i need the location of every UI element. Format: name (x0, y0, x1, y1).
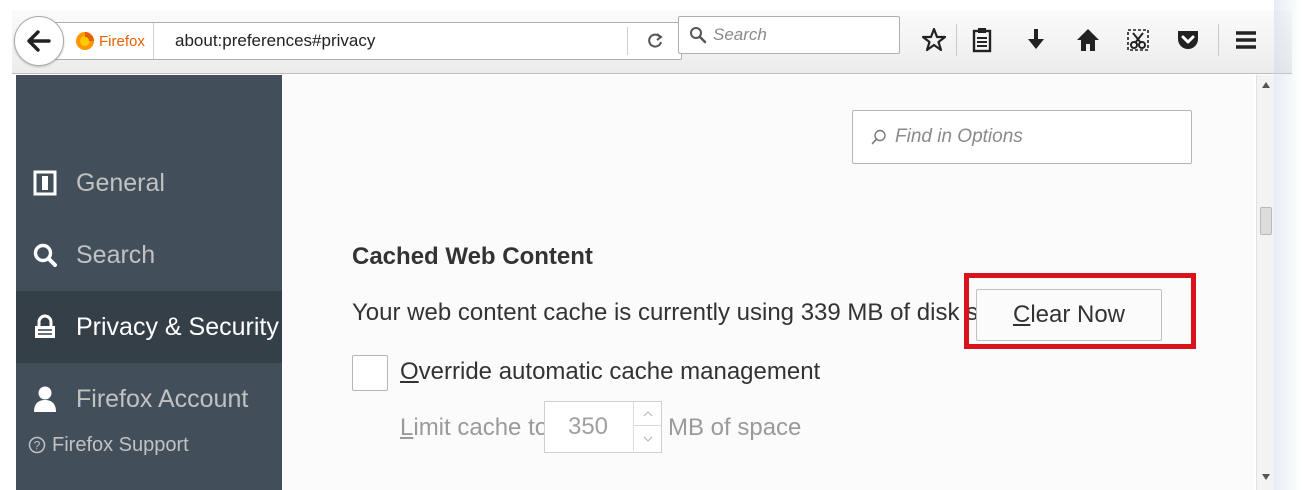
firefox-support-link[interactable]: ? Firefox Support (28, 431, 189, 459)
search-magnifier-icon (32, 242, 58, 268)
support-label: Firefox Support (52, 433, 189, 456)
category-general[interactable]: General (16, 147, 282, 219)
override-cache-checkbox[interactable] (352, 355, 388, 391)
access-key: C (1012, 301, 1031, 328)
toolbar-separator (956, 24, 957, 56)
label-text: imit cache to (413, 414, 549, 441)
section-title: Cached Web Content (352, 243, 593, 270)
bookmark-button[interactable] (914, 20, 954, 60)
reload-button[interactable] (637, 27, 673, 55)
preferences-content: Find in Options Cached Web Content Your … (282, 75, 1254, 490)
category-label: Firefox Account (76, 384, 249, 413)
browser-window: Firefox about:preferences#privacy Search (0, 0, 1302, 490)
star-icon (921, 27, 947, 52)
category-label: General (76, 168, 165, 197)
override-cache-label[interactable]: Override automatic cache management (400, 358, 820, 386)
clear-now-button[interactable]: Clear Now (976, 289, 1162, 341)
category-search[interactable]: Search (16, 219, 282, 291)
toolbar-separator (1218, 24, 1219, 56)
person-icon (32, 386, 58, 412)
lock-icon (32, 314, 58, 340)
screenshot-button[interactable] (1118, 20, 1158, 60)
search-bar[interactable]: Search (678, 16, 900, 54)
category-privacy-security[interactable]: Privacy & Security (16, 291, 282, 363)
spin-up-button[interactable] (633, 402, 661, 426)
home-button[interactable] (1068, 20, 1108, 60)
access-key: L (400, 414, 414, 441)
pocket-button[interactable] (1168, 20, 1208, 60)
help-circle-icon: ? (28, 436, 46, 454)
url-text[interactable]: about:preferences#privacy (175, 23, 375, 59)
menu-button[interactable] (1226, 20, 1266, 60)
search-icon (690, 27, 707, 44)
limit-cache-label: Limit cache to (400, 414, 548, 442)
navigation-toolbar: Firefox about:preferences#privacy Search (12, 10, 1292, 74)
category-label: Privacy & Security (76, 312, 279, 341)
label-text: verride automatic cache management (418, 358, 821, 385)
vertical-scrollbar[interactable] (1256, 75, 1274, 490)
cache-limit-value[interactable]: 350 (545, 402, 631, 452)
scroll-up-arrow-icon[interactable] (1261, 81, 1271, 89)
chevron-down-icon (643, 436, 652, 442)
window-edge-shadow (1274, 0, 1302, 490)
back-arrow-icon (27, 30, 51, 52)
pocket-icon (1178, 31, 1198, 49)
urlbar-separator (627, 27, 628, 55)
preferences-sidebar: General Search Privacy & Security Firefo… (16, 75, 282, 490)
downloads-button[interactable] (1016, 20, 1056, 60)
scroll-down-arrow-icon[interactable] (1261, 473, 1271, 481)
category-firefox-account[interactable]: Firefox Account (16, 363, 282, 435)
category-label: Search (76, 240, 156, 269)
access-key: O (400, 358, 419, 385)
scrollbar-thumb[interactable] (1260, 207, 1272, 235)
firefox-logo-icon (76, 32, 94, 50)
find-in-options-input[interactable]: Find in Options (852, 110, 1192, 164)
find-search-icon (871, 129, 886, 145)
url-bar[interactable]: Firefox about:preferences#privacy (50, 22, 682, 60)
bookmarks-list-button[interactable] (962, 20, 1002, 60)
button-label: lear Now (1030, 301, 1126, 328)
clipboard-list-icon (972, 28, 992, 53)
spin-down-button[interactable] (633, 427, 661, 451)
general-icon (32, 170, 58, 196)
download-arrow-icon (1028, 29, 1044, 49)
search-placeholder: Search (713, 25, 767, 44)
home-icon (1077, 29, 1099, 51)
back-button[interactable] (14, 16, 64, 66)
limit-unit-label: MB of space (668, 414, 802, 441)
reload-icon (648, 33, 663, 48)
cache-status-text: Your web content cache is currently usin… (352, 299, 1031, 326)
chevron-up-icon (643, 410, 652, 416)
scissors-icon (1127, 29, 1149, 51)
identity-box[interactable]: Firefox (75, 23, 154, 59)
find-placeholder: Find in Options (895, 126, 1023, 147)
cache-limit-stepper[interactable]: 350 (544, 401, 662, 453)
svg-text:?: ? (34, 439, 41, 453)
hamburger-menu-icon (1236, 31, 1256, 49)
identity-label: Firefox (99, 32, 145, 50)
